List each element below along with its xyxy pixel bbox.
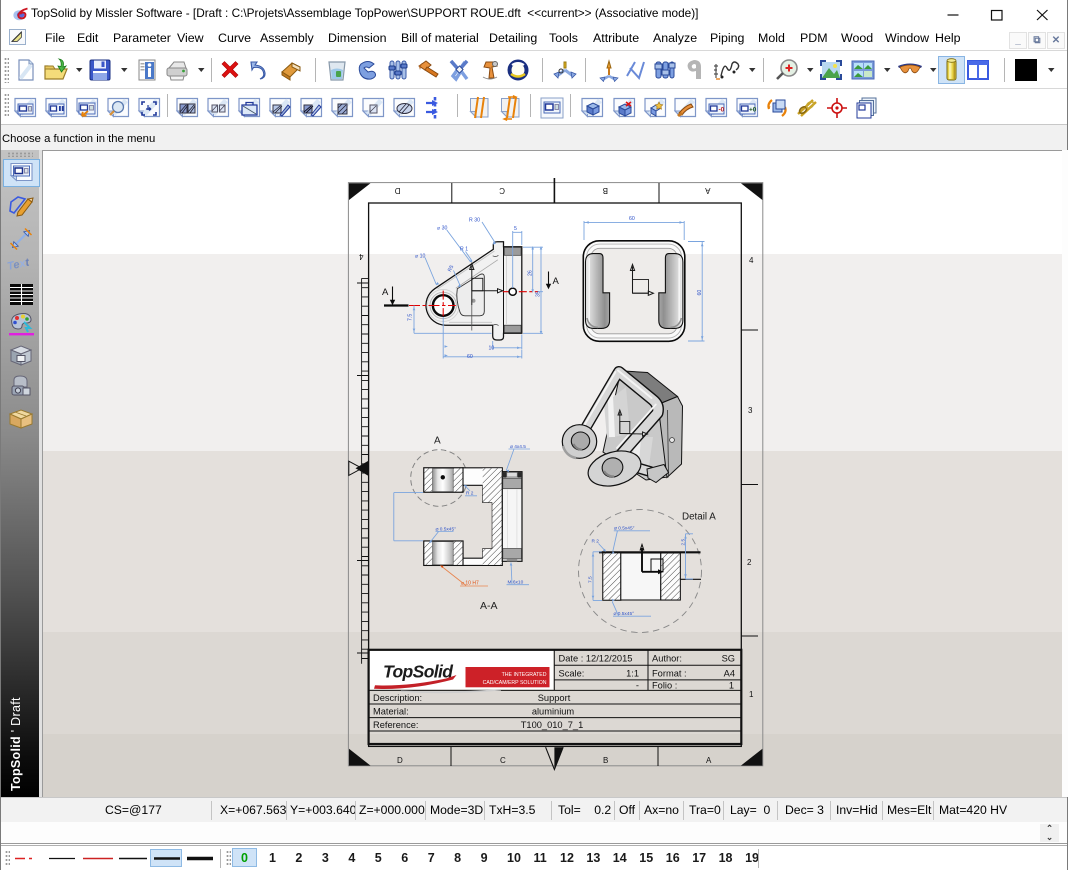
svg-text:7.5: 7.5	[588, 576, 594, 583]
svg-text:B: B	[603, 186, 608, 195]
svg-text:2.5: 2.5	[680, 538, 686, 545]
svg-text:Support: Support	[538, 693, 571, 703]
svg-text:A: A	[705, 186, 711, 195]
svg-text:Text: Text	[6, 256, 32, 273]
svg-text:+0: +0	[749, 107, 757, 114]
svg-text:Author:: Author:	[652, 654, 682, 664]
svg-text:D: D	[397, 756, 403, 765]
svg-text:THE INTEGRATED: THE INTEGRATED	[502, 672, 547, 678]
svg-text:R 1: R 1	[460, 247, 468, 253]
svg-text:aluminium: aluminium	[532, 707, 575, 717]
svg-text:A-A: A-A	[480, 600, 498, 612]
svg-text:TopSolid: TopSolid	[383, 662, 453, 682]
svg-text:B: B	[603, 756, 608, 765]
svg-text:A: A	[434, 436, 441, 447]
svg-text:60: 60	[697, 290, 703, 296]
svg-text:A: A	[706, 756, 712, 765]
svg-text:Date : 12/12/2015: Date : 12/12/2015	[559, 654, 633, 664]
svg-text:2: 2	[747, 558, 752, 567]
svg-text:7.5: 7.5	[408, 314, 414, 321]
svg-text:Reference:: Reference:	[373, 720, 418, 730]
svg-text:3: 3	[748, 406, 753, 415]
svg-text:A4: A4	[724, 668, 735, 678]
svg-text:60: 60	[629, 216, 635, 222]
svg-text:60: 60	[467, 354, 473, 360]
svg-text:4: 4	[749, 256, 754, 265]
svg-text:Material:: Material:	[373, 707, 409, 717]
svg-text:R 2: R 2	[592, 539, 600, 545]
svg-text:C: C	[500, 756, 506, 765]
svg-text:-0: -0	[718, 107, 724, 114]
svg-text:T100_010_7_1: T100_010_7_1	[521, 720, 584, 730]
svg-text:-: -	[636, 681, 639, 691]
svg-text:A: A	[553, 276, 560, 287]
svg-text:CAD/CAM/ERP SOLUTION: CAD/CAM/ERP SOLUTION	[483, 680, 547, 686]
svg-text:5: 5	[514, 226, 517, 232]
svg-text:⌀ 0.5x45°: ⌀ 0.5x45°	[614, 525, 635, 531]
svg-text:35: 35	[536, 291, 542, 297]
svg-text:Format :: Format :	[652, 668, 687, 678]
svg-text:4: 4	[359, 252, 364, 261]
svg-text:D: D	[395, 186, 401, 195]
svg-text:Folio :: Folio :	[652, 681, 677, 691]
svg-text:SG: SG	[722, 654, 735, 664]
svg-text:A: A	[382, 287, 389, 298]
svg-text:26: 26	[527, 270, 533, 276]
svg-text:10: 10	[489, 346, 495, 352]
svg-text:1: 1	[749, 690, 754, 699]
svg-text:⌀ 0.5x45°: ⌀ 0.5x45°	[614, 611, 635, 617]
svg-text:Detail A: Detail A	[682, 512, 716, 523]
svg-text:Description:: Description:	[373, 693, 422, 703]
svg-text:⌀ 10: ⌀ 10	[415, 254, 425, 260]
svg-text:C: C	[499, 186, 505, 195]
svg-text:1:1: 1:1	[626, 668, 639, 678]
svg-text:⌀ 30: ⌀ 30	[437, 226, 447, 232]
svg-text:R 30: R 30	[469, 218, 480, 224]
svg-text:Scale:: Scale:	[559, 668, 585, 678]
svg-text:⌀ 0.5x45°: ⌀ 0.5x45°	[436, 527, 457, 533]
svg-text:1: 1	[729, 681, 734, 691]
